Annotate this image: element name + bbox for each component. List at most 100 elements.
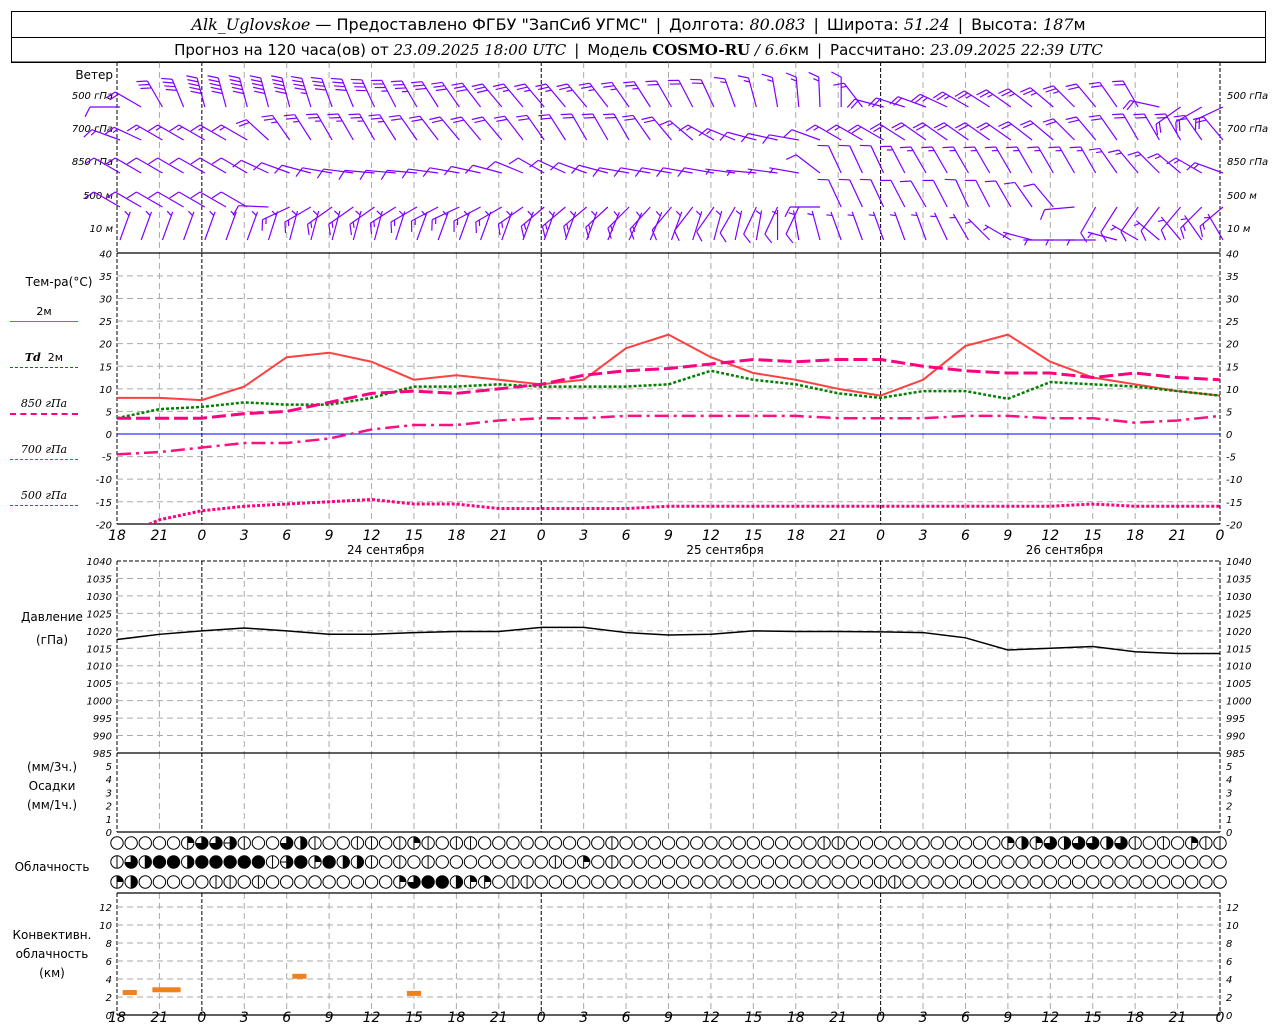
cloud-circle bbox=[647, 875, 662, 889]
cloud-circle bbox=[930, 855, 944, 869]
wind-barb bbox=[1180, 206, 1203, 239]
wind-barb bbox=[831, 71, 842, 107]
cloud-circle bbox=[209, 855, 223, 869]
cloud-half bbox=[1106, 836, 1114, 850]
wind-barb-feather bbox=[713, 76, 725, 80]
cloud-circle bbox=[195, 875, 209, 889]
cloud-cover-symbol bbox=[152, 855, 167, 869]
cloud-circle bbox=[972, 875, 987, 889]
wind-barb-shaft bbox=[586, 211, 598, 241]
time-tick-label: 18 bbox=[1126, 528, 1144, 544]
wind-barb-feather bbox=[1003, 181, 1015, 185]
wind-barb-feather bbox=[333, 85, 345, 88]
convective-tick-left: 6 bbox=[106, 957, 112, 968]
wind-barb bbox=[944, 178, 970, 208]
wind-barb-half-feather bbox=[613, 211, 619, 217]
cloud-circle bbox=[718, 836, 732, 850]
wind-barb-shaft bbox=[245, 119, 269, 141]
time-tick-label-bottom: 18 bbox=[1126, 1010, 1144, 1024]
wind-barb-shaft bbox=[931, 146, 948, 174]
cloud-circle bbox=[1142, 875, 1156, 889]
wind-barb-half-feather bbox=[145, 210, 151, 216]
cloud-circle bbox=[916, 875, 930, 889]
wind-barb bbox=[327, 113, 354, 141]
wind-barb-feather bbox=[435, 88, 447, 92]
time-tick-label-bottom: 9 bbox=[1003, 1010, 1012, 1024]
cloud-cover-symbol bbox=[1071, 836, 1086, 850]
cloud-cover-symbol bbox=[350, 875, 365, 889]
wind-barb-feather bbox=[251, 82, 263, 87]
wind-barb-feather bbox=[1048, 146, 1060, 149]
cloud-cover-symbol bbox=[845, 855, 860, 869]
cloud-circle bbox=[605, 875, 619, 889]
cloud-circle bbox=[817, 855, 831, 869]
cloud-cover-symbol bbox=[279, 836, 294, 850]
convective-tick-right: 4 bbox=[1226, 975, 1232, 986]
wind-barb-feather bbox=[411, 81, 423, 84]
wind-barb-feather bbox=[1065, 116, 1077, 121]
wind-barb bbox=[119, 210, 131, 241]
wind-barb-shaft bbox=[894, 211, 906, 241]
wind-barb bbox=[350, 78, 376, 108]
cloud-cover-symbol bbox=[152, 836, 167, 850]
meteogram: 500 гПа 500 гПа700 гПа 700 гПа850 гПа 850 г… bbox=[11, 61, 1268, 1024]
time-tick-label-bottom: 6 bbox=[961, 1010, 970, 1024]
wind-barb-shaft bbox=[897, 96, 927, 108]
time-tick-label: 21 bbox=[1169, 528, 1187, 544]
cloud-cover-symbol bbox=[576, 855, 591, 869]
wind-barb-shaft bbox=[361, 79, 376, 108]
wind-barb-half-feather bbox=[219, 126, 226, 131]
wind-barb bbox=[338, 169, 375, 181]
cloud-quarter bbox=[484, 875, 491, 882]
wind-barb bbox=[1039, 206, 1075, 221]
wind-barb-feather bbox=[228, 75, 240, 79]
wind-barb-feather bbox=[210, 86, 222, 91]
cloud-cover-symbol bbox=[534, 875, 548, 889]
cloud-cover-symbol bbox=[690, 875, 704, 889]
cloud-half bbox=[1064, 836, 1071, 850]
wind-barb bbox=[148, 157, 184, 174]
wind-barb-shaft bbox=[460, 116, 482, 141]
wind-barb-shaft bbox=[1080, 146, 1097, 174]
wind-barb bbox=[211, 191, 248, 208]
wind-barb-shaft bbox=[401, 80, 418, 108]
cloud-cover-symbol bbox=[520, 875, 534, 889]
wind-barb-feather bbox=[1088, 81, 1100, 85]
cloud-cover-symbol bbox=[661, 836, 676, 850]
wind-barb-shaft bbox=[503, 83, 524, 108]
cloud-cover-symbol bbox=[831, 855, 845, 869]
wind-barb-feather bbox=[1042, 85, 1054, 90]
cloud-cover-symbol bbox=[774, 836, 789, 850]
cloud-circle bbox=[888, 855, 902, 869]
wind-barb bbox=[805, 124, 842, 141]
cloud-cover-symbol bbox=[1086, 836, 1100, 850]
time-tick-label: 6 bbox=[282, 528, 291, 544]
wind-barb-half-feather bbox=[209, 210, 215, 216]
precip-tick-right: 3 bbox=[1226, 788, 1232, 799]
cloud-circle bbox=[336, 875, 350, 889]
wind-barb-feather bbox=[165, 88, 177, 91]
wind-barb bbox=[148, 124, 184, 141]
cloud-circle bbox=[803, 836, 817, 850]
pressure-tick-left: 995 bbox=[93, 714, 112, 725]
cloud-circle bbox=[181, 875, 195, 889]
time-tick-label: 21 bbox=[490, 528, 508, 544]
wind-barb-shaft bbox=[321, 78, 333, 108]
cloud-circle bbox=[633, 855, 647, 869]
wind-barb-shaft bbox=[910, 146, 927, 174]
wind-barb-half-feather bbox=[720, 81, 727, 84]
cloud-cover-symbol bbox=[1086, 855, 1100, 869]
wind-barb bbox=[225, 210, 237, 241]
cloud-half bbox=[131, 875, 138, 889]
wind-barb-shaft bbox=[199, 157, 227, 174]
cloud-circle bbox=[1170, 855, 1185, 869]
wind-barb bbox=[1112, 113, 1139, 141]
cloud-circle bbox=[237, 875, 251, 889]
wind-barb bbox=[471, 83, 503, 108]
wind-barb-half-feather bbox=[124, 210, 130, 216]
wind-barb-shaft bbox=[171, 79, 185, 108]
precip-tick-right: 0 bbox=[1226, 828, 1232, 839]
wind-barb-feather bbox=[1019, 120, 1031, 126]
cloud-cover-symbol bbox=[322, 836, 336, 850]
wind-barb-feather bbox=[1154, 113, 1166, 116]
